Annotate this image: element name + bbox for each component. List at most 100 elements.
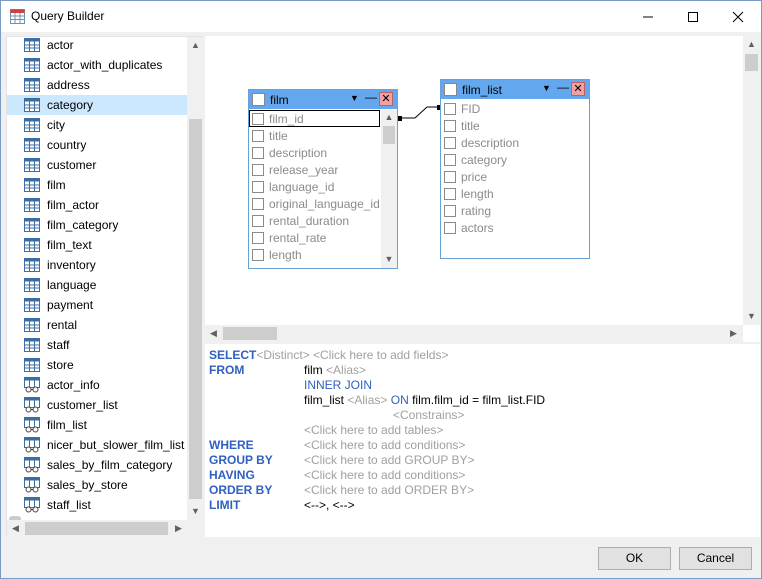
scroll-right-icon[interactable]: ▶ (170, 523, 187, 534)
scroll-down-icon[interactable]: ▼ (381, 254, 397, 264)
remove-table-icon[interactable]: ✕ (379, 92, 393, 106)
add-having-link[interactable]: <Click here to add conditions> (304, 468, 465, 482)
object-list[interactable]: actor actor_with_duplicates address categor… (7, 37, 187, 520)
diagram-canvas[interactable]: film ▼ — ✕ film_id title description releas… (205, 36, 760, 342)
canvas-vertical-scrollbar[interactable]: ▲ ▼ (743, 36, 760, 325)
field-checkbox[interactable] (252, 232, 264, 244)
field-checkbox[interactable] (252, 215, 264, 227)
h-scroll-thumb[interactable] (223, 327, 277, 340)
field-row[interactable]: rental_duration (249, 212, 380, 229)
field-row[interactable]: rental_rate (249, 229, 380, 246)
field-checkbox[interactable] (444, 222, 456, 234)
view-list-item[interactable]: nicer_but_slower_film_list (7, 435, 187, 455)
add-conditions-link[interactable]: <Click here to add conditions> (304, 438, 465, 452)
field-checkbox[interactable] (444, 205, 456, 217)
field-row[interactable]: actors (441, 219, 589, 236)
view-list-item[interactable]: sales_by_store (7, 475, 187, 495)
cancel-button[interactable]: Cancel (679, 547, 752, 570)
add-tables-link[interactable]: <Click here to add tables> (304, 423, 443, 437)
list-horizontal-scrollbar[interactable]: ◀ ▶ (7, 520, 204, 537)
field-checkbox[interactable] (444, 103, 456, 115)
minimize-table-icon[interactable]: — (365, 90, 377, 104)
field-row[interactable]: length (249, 246, 380, 263)
alias-link[interactable]: <Alias> (326, 363, 366, 377)
field-row[interactable]: title (441, 117, 589, 134)
scroll-thumb[interactable] (189, 119, 202, 499)
join-table[interactable]: film_list (304, 393, 344, 407)
limit-value[interactable]: <-->, <--> (304, 498, 355, 512)
distinct-link[interactable]: <Distinct> (256, 348, 309, 362)
dropdown-icon[interactable]: ▼ (350, 93, 359, 103)
field-row[interactable]: language_id (249, 178, 380, 195)
table-list-item[interactable]: film_category (7, 215, 187, 235)
field-row[interactable]: original_language_id (249, 195, 380, 212)
constrains-link[interactable]: <Constrains> (393, 408, 464, 422)
table-list-item[interactable]: language (7, 275, 187, 295)
field-checkbox[interactable] (444, 171, 456, 183)
table-list-item[interactable]: country (7, 135, 187, 155)
view-list-item[interactable]: staff_list (7, 495, 187, 515)
field-checkbox[interactable] (444, 137, 456, 149)
table-list-item[interactable]: payment (7, 295, 187, 315)
add-fields-link[interactable]: <Click here to add fields> (313, 348, 448, 362)
scroll-up-icon[interactable]: ▲ (743, 39, 760, 49)
field-row[interactable]: film_id (249, 110, 380, 127)
canvas-horizontal-scrollbar[interactable]: ◀ ▶ (205, 325, 743, 342)
close-button[interactable] (715, 1, 760, 32)
view-list-item[interactable]: film_list (7, 415, 187, 435)
table-list-item[interactable]: film_actor (7, 195, 187, 215)
field-checkbox[interactable] (252, 113, 264, 125)
table-list-item[interactable]: category (7, 95, 187, 115)
minimize-table-icon[interactable]: — (557, 80, 569, 94)
add-groupby-link[interactable]: <Click here to add GROUP BY> (304, 453, 475, 467)
field-checkbox[interactable] (444, 188, 456, 200)
table-list-item[interactable]: customer (7, 155, 187, 175)
field-checkbox[interactable] (252, 198, 264, 210)
field-row[interactable]: description (249, 144, 380, 161)
select-all-checkbox[interactable] (444, 83, 457, 96)
view-list-item[interactable]: sales_by_film_category (7, 455, 187, 475)
table-list-item[interactable]: city (7, 115, 187, 135)
film-list-table-header[interactable]: film_list ▼ — ✕ (441, 80, 589, 99)
table-list-item[interactable]: rental (7, 315, 187, 335)
table-list-item[interactable]: address (7, 75, 187, 95)
field-row[interactable]: price (441, 168, 589, 185)
scroll-thumb[interactable] (745, 54, 758, 71)
alias-link[interactable]: <Alias> (347, 393, 387, 407)
view-list-item[interactable]: customer_list (7, 395, 187, 415)
film-fields-scrollbar[interactable]: ▲ ▼ (381, 110, 397, 268)
from-table[interactable]: film (304, 363, 323, 377)
view-list-item[interactable]: actor_info (7, 375, 187, 395)
inner-join-link[interactable]: INNER JOIN (304, 378, 372, 392)
field-row[interactable]: description (441, 134, 589, 151)
field-checkbox[interactable] (252, 147, 264, 159)
field-checkbox[interactable] (444, 154, 456, 166)
table-list-item[interactable]: actor_with_duplicates (7, 55, 187, 75)
table-list-item[interactable]: film (7, 175, 187, 195)
field-checkbox[interactable] (252, 181, 264, 193)
field-row[interactable]: length (441, 185, 589, 202)
select-all-checkbox[interactable] (252, 93, 265, 106)
scroll-left-icon[interactable]: ◀ (205, 328, 222, 339)
table-list-item[interactable]: inventory (7, 255, 187, 275)
field-checkbox[interactable] (252, 130, 264, 142)
field-checkbox[interactable] (252, 164, 264, 176)
scroll-up-icon[interactable]: ▲ (381, 112, 397, 122)
add-orderby-link[interactable]: <Click here to add ORDER BY> (304, 483, 474, 497)
scroll-thumb[interactable] (383, 126, 395, 144)
h-scroll-thumb[interactable] (25, 522, 168, 535)
scroll-up-icon[interactable]: ▲ (187, 40, 204, 50)
table-list-item[interactable]: store (7, 355, 187, 375)
field-row[interactable]: category (441, 151, 589, 168)
scroll-left-icon[interactable]: ◀ (7, 523, 24, 534)
maximize-button[interactable] (670, 1, 715, 32)
table-list-item[interactable]: staff (7, 335, 187, 355)
field-row[interactable]: release_year (249, 161, 380, 178)
table-list-item[interactable]: film_text (7, 235, 187, 255)
field-checkbox[interactable] (252, 249, 264, 261)
dropdown-icon[interactable]: ▼ (542, 83, 551, 93)
scroll-down-icon[interactable]: ▼ (187, 506, 204, 516)
film-list-table-box[interactable]: film_list ▼ — ✕ FID title description categ… (440, 79, 590, 259)
minimize-button[interactable] (625, 1, 670, 32)
ok-button[interactable]: OK (598, 547, 671, 570)
